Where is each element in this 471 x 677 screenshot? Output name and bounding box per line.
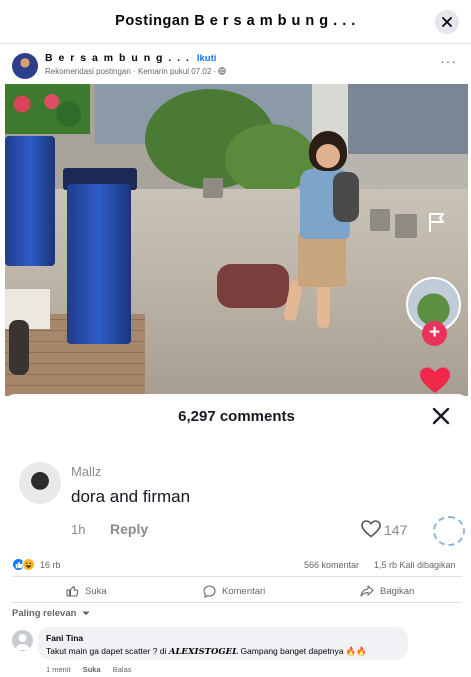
comment-bubble-icon: [203, 584, 216, 598]
close-icon[interactable]: [432, 407, 450, 425]
globe-icon: [218, 67, 227, 75]
comment-time: 1h: [71, 522, 86, 537]
comment-reply-button[interactable]: Balas: [113, 665, 132, 674]
dialog-title: Postingan B e r s a m b u n g . . .: [115, 13, 356, 29]
like-button[interactable]: Suka: [66, 582, 107, 600]
comments-sheet: 6,297 comments Mallz dora and firman 1h …: [5, 394, 468, 554]
heart-outline-icon[interactable]: [361, 520, 381, 538]
video-barrel-left: [5, 136, 55, 266]
follow-link[interactable]: Ikuti: [197, 53, 217, 64]
flag-icon[interactable]: [423, 210, 451, 234]
comment-sort-dropdown[interactable]: Paling relevan: [12, 608, 90, 619]
video-flowers: [5, 84, 90, 134]
commenter-avatar[interactable]: [12, 630, 33, 651]
commenter-avatar[interactable]: [19, 462, 61, 504]
divider: [12, 602, 462, 603]
chevron-down-icon: [82, 611, 90, 616]
user-icon: [15, 634, 30, 650]
laugh-reaction-icon: [22, 558, 35, 571]
comment-time: 1 menit: [46, 665, 71, 674]
post-meta: Rekomendasi postingan · Kemarin pukul 07…: [45, 67, 219, 76]
comment-sort-label: Paling relevan: [12, 608, 77, 619]
share-arrow-icon: [360, 585, 374, 597]
video-house: [348, 84, 468, 154]
video-pot: [203, 178, 223, 198]
share-count[interactable]: 1,5 rb Kali dibagikan: [374, 560, 456, 570]
video-barrel-right: [67, 184, 131, 344]
reply-button[interactable]: Reply: [110, 521, 148, 537]
author-line: B e r s a m b u n g . . . Ikuti: [45, 52, 216, 64]
video-pot: [395, 214, 417, 238]
heart-icon[interactable]: [419, 366, 451, 394]
comment-text: Takut main ga dapet scatter ? di ALEXIST…: [46, 646, 367, 657]
author-name[interactable]: B e r s a m b u n g . . .: [45, 52, 190, 64]
close-icon: [442, 17, 452, 27]
video-wheel: [9, 320, 29, 375]
comment-brand-text: ALEXISTOGEL: [168, 647, 239, 657]
comment-meta: 1 menit Suka Balas: [46, 665, 142, 674]
comment-like-button[interactable]: Suka: [83, 665, 101, 674]
share-button[interactable]: Bagikan: [360, 582, 414, 600]
comment-text-part: Takut main ga dapet scatter ? di: [46, 646, 169, 656]
comment-count[interactable]: 566 komentar: [304, 560, 359, 570]
comment-like-count: 147: [384, 522, 408, 538]
thumbs-up-icon: [66, 586, 79, 597]
post-subline: Rekomendasi postingan · Kemarin pukul 07…: [45, 67, 227, 76]
follow-plus-button[interactable]: +: [422, 321, 447, 346]
commenter-name[interactable]: Mallz: [71, 464, 101, 479]
dialog-header: Postingan B e r s a m b u n g . . .: [0, 0, 471, 44]
watermark-stamp: [433, 516, 465, 546]
comment-button[interactable]: Komentari: [203, 582, 265, 600]
share-label: Bagikan: [380, 585, 415, 597]
comment-text: dora and firman: [71, 487, 191, 506]
video-cat: [333, 172, 359, 222]
divider: [12, 576, 462, 577]
video-face: [316, 144, 340, 168]
video-rolling-bag: [217, 264, 289, 308]
video-pot: [370, 209, 390, 231]
commenter-name[interactable]: Fani Tina: [46, 633, 83, 643]
reaction-count[interactable]: 16 rb: [40, 560, 61, 570]
comments-count-title: 6,297 comments: [178, 408, 295, 425]
video-shorts: [298, 232, 346, 287]
video-leg: [317, 280, 330, 328]
close-button[interactable]: [435, 10, 459, 34]
post-video[interactable]: +: [5, 84, 468, 396]
reactions-row: 16 rb 566 komentar 1,5 rb Kali dibagikan: [12, 558, 462, 574]
author-avatar[interactable]: [12, 53, 38, 79]
like-label: Suka: [85, 585, 107, 597]
comment-text-part: Gampang banget dapetnya 🔥🔥: [238, 646, 367, 656]
comment-label: Komentari: [222, 585, 266, 597]
more-options-button[interactable]: ···: [440, 54, 457, 68]
